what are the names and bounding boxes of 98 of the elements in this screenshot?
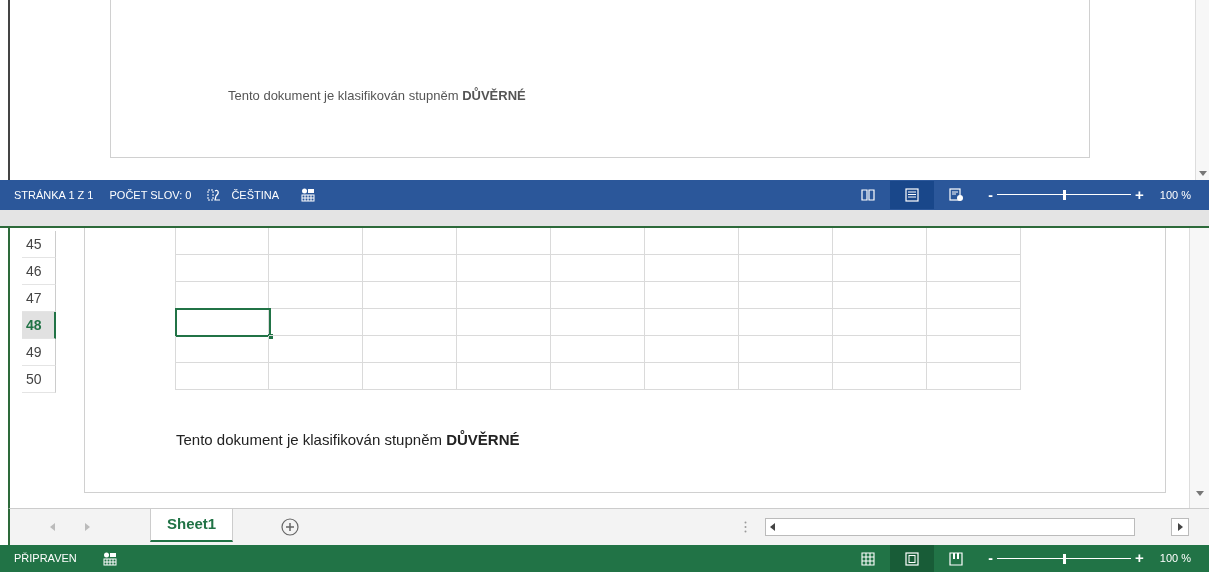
zoom-out-button[interactable]: - <box>988 184 994 206</box>
view-button[interactable] <box>890 544 935 572</box>
table-cell[interactable] <box>927 363 1021 390</box>
right-arrow-icon <box>1177 523 1183 531</box>
table-cell[interactable] <box>645 228 739 255</box>
table-cell[interactable] <box>645 255 739 282</box>
language-button[interactable]: ČEŠTINA <box>231 186 280 204</box>
table-cell[interactable] <box>269 309 363 336</box>
table-cell[interactable] <box>457 363 551 390</box>
table-cell[interactable] <box>833 282 927 309</box>
table-cell[interactable] <box>927 309 1021 336</box>
horizontal-scrollbar[interactable] <box>765 518 1136 536</box>
status-text[interactable]: STRÁNKA 1 Z 1 <box>14 186 94 204</box>
table-cell[interactable] <box>363 255 457 282</box>
table-cell[interactable] <box>457 309 551 336</box>
zoom-slider[interactable] <box>997 190 1132 200</box>
table-cell[interactable] <box>175 228 269 255</box>
macro-icon[interactable] <box>102 551 117 566</box>
table-cell[interactable] <box>739 336 833 363</box>
row-header[interactable]: 49 <box>22 339 56 366</box>
status-text: PŘIPRAVEN <box>14 551 77 567</box>
scrollbar[interactable] <box>1189 228 1209 508</box>
table-cell[interactable] <box>175 363 269 390</box>
grid-icon <box>861 551 876 566</box>
table-cell[interactable] <box>739 282 833 309</box>
page-icon <box>905 188 920 202</box>
document-text: Tento dokument je klasifikován stupněm DŮVĚRNÉ <box>228 86 526 105</box>
scrollbar[interactable] <box>1195 0 1209 180</box>
table-cell[interactable] <box>551 336 645 363</box>
page-break-icon <box>949 551 964 566</box>
table-cell[interactable] <box>363 363 457 390</box>
proofing-icon[interactable] <box>207 188 222 202</box>
zoom-level[interactable]: 100 % <box>1159 550 1191 567</box>
status-text[interactable]: POČET SLOV: 0 <box>109 186 192 204</box>
table-cell[interactable] <box>175 282 269 309</box>
table-cell[interactable] <box>457 228 551 255</box>
table-cell[interactable] <box>269 336 363 363</box>
table-cell[interactable] <box>645 282 739 309</box>
zoom-level[interactable]: 100 % <box>1159 186 1191 204</box>
row-header[interactable]: 50 <box>22 366 56 393</box>
table-cell[interactable] <box>551 255 645 282</box>
document-text: Tento dokument je klasifikován stupněm DŮVĚRNÉ <box>176 429 520 450</box>
row-header[interactable]: 46 <box>22 258 56 285</box>
splitter-icon[interactable] <box>744 521 748 533</box>
table-cell[interactable] <box>269 363 363 390</box>
table-cell[interactable] <box>363 282 457 309</box>
zoom-in-button[interactable]: + <box>1135 547 1144 570</box>
table-cell[interactable] <box>833 363 927 390</box>
table-cell[interactable] <box>175 336 269 363</box>
down-arrow-icon[interactable] <box>1198 171 1207 176</box>
zoom-in-button[interactable]: + <box>1135 183 1144 207</box>
table-cell[interactable] <box>551 282 645 309</box>
table-cell[interactable] <box>739 228 833 255</box>
right-arrow-icon[interactable] <box>85 523 90 531</box>
book-icon <box>861 188 876 202</box>
macro-icon[interactable] <box>301 188 316 202</box>
table-cell[interactable] <box>645 363 739 390</box>
table-cell[interactable] <box>927 282 1021 309</box>
web-page-icon <box>949 188 964 202</box>
page-icon <box>905 551 920 566</box>
down-arrow-icon[interactable] <box>1195 491 1204 496</box>
table-cell[interactable] <box>363 309 457 336</box>
table-cell[interactable] <box>739 309 833 336</box>
table-cell[interactable] <box>645 336 739 363</box>
table-cell[interactable] <box>551 363 645 390</box>
table-cell[interactable] <box>927 336 1021 363</box>
table-cell[interactable] <box>269 282 363 309</box>
row-header[interactable]: 48 <box>22 312 56 339</box>
table-cell[interactable] <box>457 255 551 282</box>
sheet-tab[interactable]: Sheet1 <box>150 509 234 542</box>
table-cell[interactable] <box>833 255 927 282</box>
left-arrow-icon[interactable] <box>770 523 776 531</box>
table-cell[interactable] <box>457 282 551 309</box>
table-cell[interactable] <box>833 309 927 336</box>
table-cell[interactable] <box>269 228 363 255</box>
table-cell[interactable] <box>833 228 927 255</box>
row-header[interactable]: 45 <box>22 231 56 258</box>
table-cell[interactable] <box>551 309 645 336</box>
zoom-slider[interactable] <box>997 553 1132 564</box>
add-sheet-icon[interactable] <box>281 518 300 536</box>
slider-thumb[interactable] <box>1063 190 1067 200</box>
table-cell[interactable] <box>833 336 927 363</box>
table-cell[interactable] <box>645 309 739 336</box>
table-cell[interactable] <box>927 228 1021 255</box>
table-cell[interactable] <box>363 336 457 363</box>
table-cell[interactable] <box>739 363 833 390</box>
view-button[interactable] <box>890 181 935 209</box>
table-cell[interactable] <box>739 255 833 282</box>
slider-thumb[interactable] <box>1063 553 1067 564</box>
zoom-out-button[interactable]: - <box>988 548 994 569</box>
table-cell[interactable] <box>551 228 645 255</box>
table-cell[interactable] <box>175 255 269 282</box>
scroll-right-button[interactable] <box>1171 518 1189 536</box>
table-cell[interactable] <box>457 336 551 363</box>
table-cell[interactable] <box>269 255 363 282</box>
fill-handle[interactable] <box>268 334 273 339</box>
table-cell[interactable] <box>927 255 1021 282</box>
table-cell[interactable] <box>363 228 457 255</box>
